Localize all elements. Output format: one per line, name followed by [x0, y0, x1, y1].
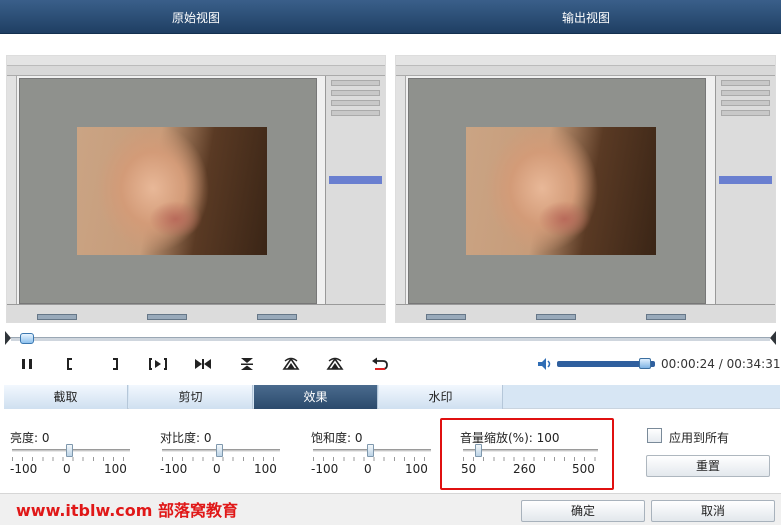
output-preview	[395, 55, 776, 323]
saturation-label: 饱和度: 0	[311, 431, 363, 445]
apply-to-all-checkbox[interactable]	[647, 428, 662, 443]
saturation-value: 0	[354, 431, 363, 445]
apply-to-all-label[interactable]: 应用到所有	[669, 429, 729, 446]
video-editor-window: 原始视图 输出视图 00:00:24 / 00:34:31 截取 剪切 效果 水…	[0, 0, 781, 525]
play-selection-icon	[149, 358, 167, 370]
mark-in-icon	[67, 358, 72, 370]
preview-taskbar	[396, 304, 775, 322]
preview-menubar	[7, 56, 385, 66]
rotate-left-button[interactable]	[279, 354, 303, 374]
mark-in-button[interactable]	[58, 354, 82, 374]
flip-vertical-button[interactable]	[235, 354, 259, 374]
brightness-label: 亮度: 0	[10, 431, 50, 445]
portrait-photo	[466, 127, 656, 255]
cancel-button[interactable]: 取消	[651, 500, 775, 522]
undo-icon	[372, 357, 388, 370]
volume-slider[interactable]	[557, 358, 655, 369]
step-frame-button[interactable]	[191, 354, 215, 374]
contrast-slider-thumb[interactable]	[216, 444, 223, 457]
contrast-label: 对比度: 0	[160, 431, 212, 445]
preview-canvas	[19, 78, 317, 304]
saturation-slider-thumb[interactable]	[367, 444, 374, 457]
brightness-min: -100	[10, 462, 38, 476]
time-display: 00:00:24 / 00:34:31	[661, 357, 781, 371]
saturation-mid: 0	[364, 462, 372, 476]
rotate-left-icon	[282, 357, 300, 370]
volume-slider-thumb[interactable]	[638, 358, 651, 369]
ok-button[interactable]: 确定	[521, 500, 645, 522]
contrast-min: -100	[160, 462, 188, 476]
volume-button[interactable]	[533, 354, 557, 374]
timeline-end-marker[interactable]	[770, 331, 776, 345]
pause-button[interactable]	[15, 354, 39, 374]
brightness-mid: 0	[63, 462, 71, 476]
contrast-mid: 0	[213, 462, 221, 476]
preview-toolbox	[396, 76, 406, 304]
reset-button[interactable]: 重置	[646, 455, 770, 477]
brightness-value: 0	[41, 431, 50, 445]
portrait-photo	[77, 127, 267, 255]
original-preview	[6, 55, 386, 323]
timeline-playhead[interactable]	[19, 333, 34, 344]
dialog-footer: www.itblw.com 部落窝教育 确定 取消	[0, 493, 781, 525]
brightness-slider-thumb[interactable]	[66, 444, 73, 457]
rotate-right-icon	[326, 357, 344, 370]
preview-menubar	[396, 56, 775, 66]
preview-options-bar	[7, 66, 385, 76]
tab-bar: 截取 剪切 效果 水印	[4, 385, 780, 409]
preview-options-bar	[396, 66, 775, 76]
preview-side-panel	[325, 76, 385, 304]
mark-out-button[interactable]	[103, 354, 127, 374]
timeline-start-marker[interactable]	[5, 331, 11, 345]
undo-button[interactable]	[368, 354, 392, 374]
mark-out-icon	[113, 358, 118, 370]
tab-capture[interactable]: 截取	[4, 385, 128, 409]
contrast-max: 100	[254, 462, 277, 476]
rotate-right-button[interactable]	[323, 354, 347, 374]
site-watermark: www.itblw.com 部落窝教育	[16, 501, 239, 520]
saturation-min: -100	[311, 462, 339, 476]
preview-canvas	[408, 78, 706, 304]
saturation-ticks	[313, 457, 431, 461]
output-view-label: 输出视图	[561, 11, 610, 25]
speaker-icon	[538, 358, 551, 370]
timeline-track[interactable]	[11, 337, 770, 341]
highlight-box	[440, 418, 614, 490]
pause-icon	[22, 359, 32, 369]
contrast-ticks	[162, 457, 280, 461]
tab-effects[interactable]: 效果	[254, 385, 378, 409]
view-header: 原始视图 输出视图	[0, 0, 781, 34]
flip-vertical-icon	[241, 358, 253, 370]
step-frame-icon	[195, 359, 211, 369]
brightness-max: 100	[104, 462, 127, 476]
timeline-slider[interactable]	[5, 331, 776, 347]
playback-controls: 00:00:24 / 00:34:31	[0, 350, 781, 380]
preview-side-panel	[715, 76, 775, 304]
preview-toolbox	[7, 76, 17, 304]
play-selection-button[interactable]	[146, 354, 170, 374]
contrast-value: 0	[203, 431, 212, 445]
saturation-max: 100	[405, 462, 428, 476]
brightness-ticks	[12, 457, 130, 461]
tab-cut[interactable]: 剪切	[129, 385, 253, 409]
tab-watermark[interactable]: 水印	[379, 385, 503, 409]
preview-taskbar	[7, 304, 385, 322]
original-view-label: 原始视图	[171, 11, 220, 25]
